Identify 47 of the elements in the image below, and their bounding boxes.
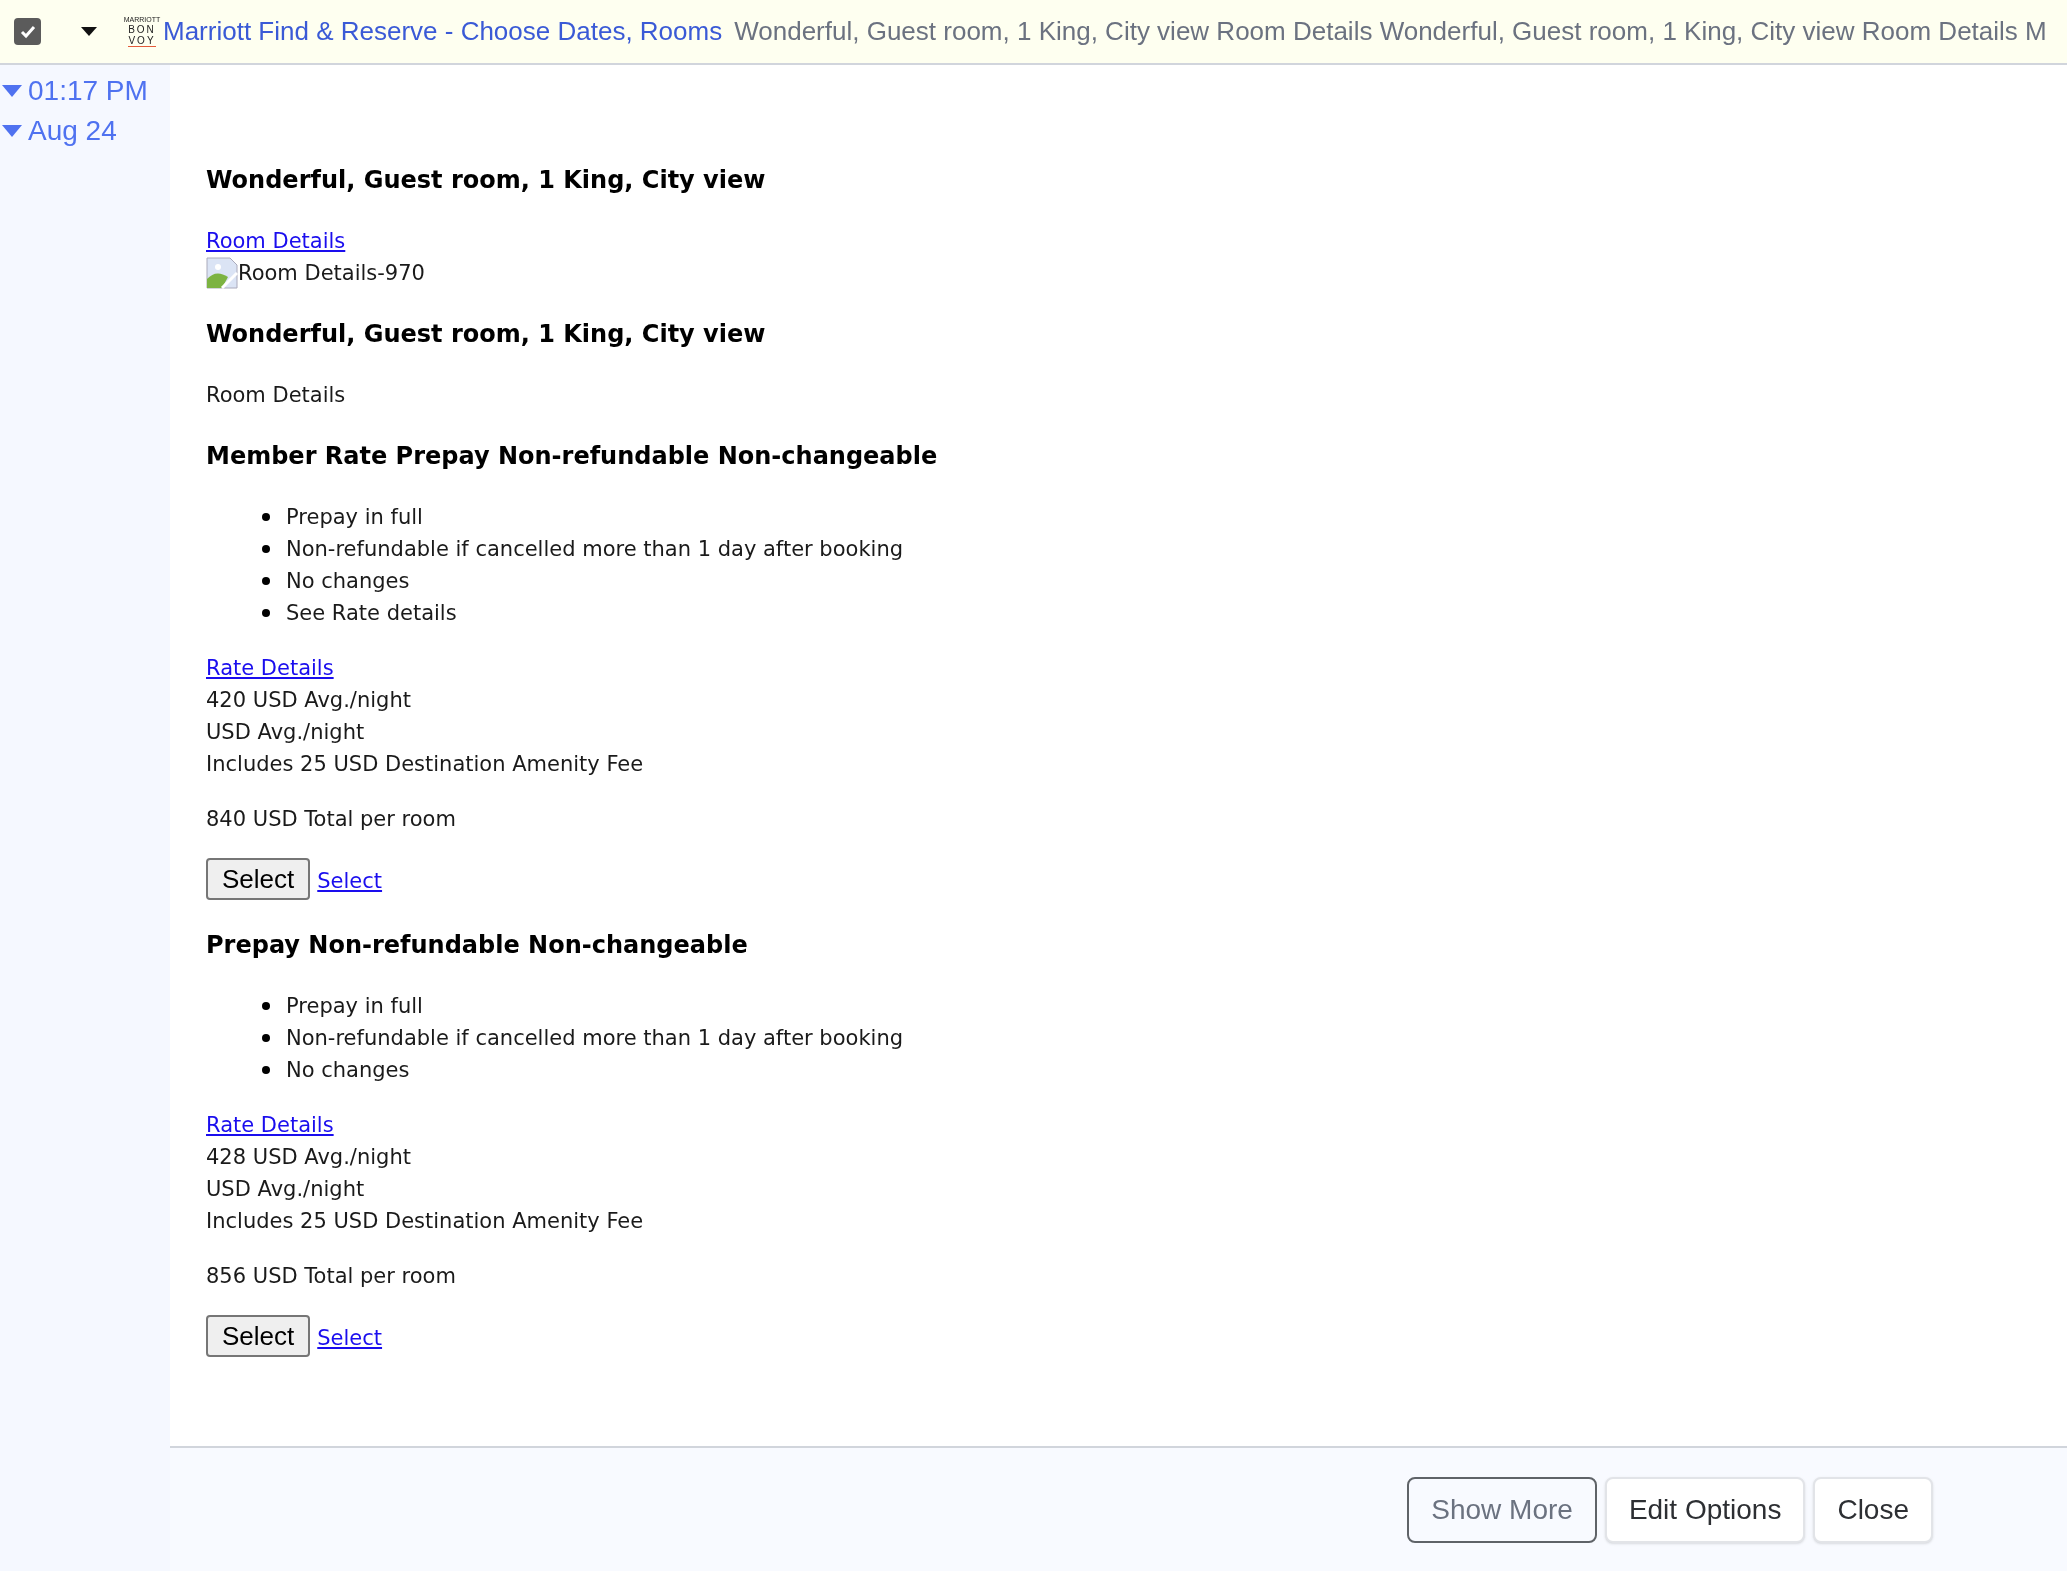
list-item-text: Prepay in full [286, 504, 423, 531]
list-item-text: See Rate details [286, 600, 457, 627]
image-alt-text: Room Details-970 [238, 260, 425, 287]
body-text: 428 USD Avg./night [206, 1144, 411, 1171]
item-title[interactable]: Marriott Find & Reserve - Choose Dates, Rooms [163, 12, 723, 51]
link[interactable]: Rate Details [206, 652, 334, 684]
footer-button[interactable]: Close [1813, 1476, 1933, 1543]
caret-icon[interactable] [81, 27, 97, 36]
body-text: Includes 25 USD Destination Amenity Fee [206, 751, 644, 778]
collapse-icon[interactable] [2, 84, 22, 98]
timeline-label[interactable]: 01:17 PM [28, 70, 148, 112]
link[interactable]: Select [317, 1323, 383, 1355]
list-item-text: No changes [286, 568, 410, 595]
link[interactable]: Select [317, 866, 383, 898]
link[interactable]: Rate Details [206, 1109, 334, 1141]
collapse-icon[interactable] [2, 124, 22, 138]
body-text: 420 USD Avg./night [206, 687, 411, 714]
bullet-icon [262, 1002, 270, 1010]
list-item-text: Non-refundable if cancelled more than 1 day after booking [286, 1025, 904, 1052]
body-text: 840 USD Total per room [206, 806, 457, 833]
broken-image-icon [206, 257, 238, 289]
bullet-icon [262, 1066, 270, 1074]
checkbox[interactable] [14, 18, 41, 45]
body-text: Room Details [206, 382, 347, 409]
timeline-label[interactable]: Aug 24 [28, 110, 117, 152]
bullet-icon [262, 1034, 270, 1042]
footer-button[interactable]: Edit Options [1604, 1476, 1806, 1543]
snippet-text: Wonderful, Guest room, 1 King, City view Room Details Wonderful, Guest room, 1 King, City view Room Details M [734, 15, 2047, 48]
body-text: Includes 25 USD Destination Amenity Fee [206, 1208, 644, 1235]
section-heading: Wonderful, Guest room, 1 King, City view [206, 165, 767, 196]
section-heading: Wonderful, Guest room, 1 King, City view [206, 319, 767, 350]
list-item-text: No changes [286, 1057, 410, 1084]
body-text: USD Avg./night [206, 719, 365, 746]
bullet-icon [262, 513, 270, 521]
bullet-icon [262, 577, 270, 585]
select-button[interactable]: Select [206, 1315, 311, 1357]
section-heading: Member Rate Prepay Non-refundable Non-changeable [206, 441, 939, 472]
body-text: USD Avg./night [206, 1176, 365, 1203]
select-button[interactable]: Select [206, 858, 311, 900]
footer-button[interactable]: Show More [1407, 1476, 1597, 1543]
list-item-text: Non-refundable if cancelled more than 1 day after booking [286, 536, 904, 563]
link[interactable]: Room Details [206, 225, 346, 257]
bullet-icon [262, 545, 270, 553]
list-item-text: Prepay in full [286, 993, 423, 1020]
section-heading: Prepay Non-refundable Non-changeable [206, 930, 749, 961]
bullet-icon [262, 609, 270, 617]
body-text: 856 USD Total per room [206, 1263, 457, 1290]
